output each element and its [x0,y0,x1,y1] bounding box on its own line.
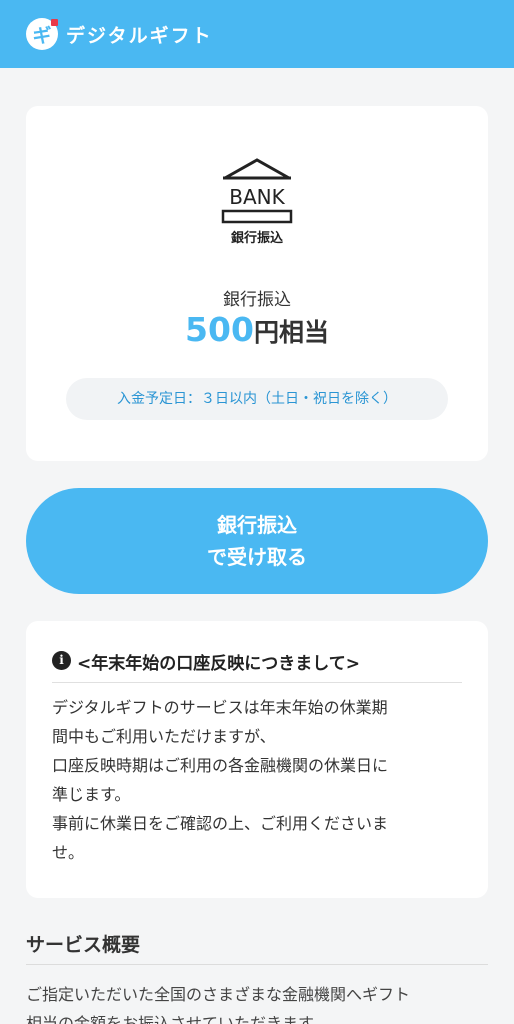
method-label: 銀行振込 [223,290,291,310]
notice-line: 事前に休業日をご確認の上、ご利用くださいま [52,814,389,833]
amount-unit: 円相当 [253,318,329,347]
service-line: ご指定いただいた全国のさまざまな金融機関へギフト [26,985,411,1004]
notice-header: i <年末年始の口座反映につきまして> [52,649,462,683]
logo-char: ギ [32,24,52,47]
amount-value: 500 [185,310,254,349]
app-header: ギ デジタルギフト [0,0,514,68]
notice-line: 間中もご利用いただけますが、 [52,727,276,746]
notice-line: 準じます。 [52,785,131,804]
bank-icon-text: BANK [229,185,285,209]
notice-title: <年末年始の口座反映につきまして> [77,654,360,674]
app-name: デジタルギフト [66,24,213,47]
info-icon: i [52,651,71,670]
bank-icon: BANK 銀行振込 [221,158,293,246]
amount: 500円相当 [26,310,488,349]
notice-line: せ。 [52,843,85,862]
notice-line: 口座反映時期はご利用の各金融機関の休業日に [52,756,389,775]
notice-line: デジタルギフトのサービスは年末年始の休業期 [52,698,388,717]
service-line: 相当の金額をお振込させていただきます。 [26,1014,329,1024]
logo-dot [51,19,58,26]
service-title: サービス概要 [26,934,141,956]
bank-icon-subtext: 銀行振込 [231,230,284,246]
receive-button-line1: 銀行振込 [217,513,297,537]
receive-button-line2: で受け取る [207,545,307,569]
receive-button[interactable]: 銀行振込 で受け取る [26,488,488,594]
gift-card: BANK 銀行振込 銀行振込 500円相当 入金予定日：３日以内（土日・祝日を除… [26,106,488,461]
service-divider [26,964,488,965]
deposit-note: 入金予定日：３日以内（土日・祝日を除く） [66,378,448,420]
service-body: ご指定いただいた全国のさまざまな金融機関へギフト 相当の金額をお振込させていただ… [26,980,488,1024]
notice-box: i <年末年始の口座反映につきまして> デジタルギフトのサービスは年末年始の休業… [26,621,488,898]
notice-body: デジタルギフトのサービスは年末年始の休業期 間中もご利用いただけますが、 口座反… [52,693,464,867]
logo-icon: ギ [26,18,58,50]
